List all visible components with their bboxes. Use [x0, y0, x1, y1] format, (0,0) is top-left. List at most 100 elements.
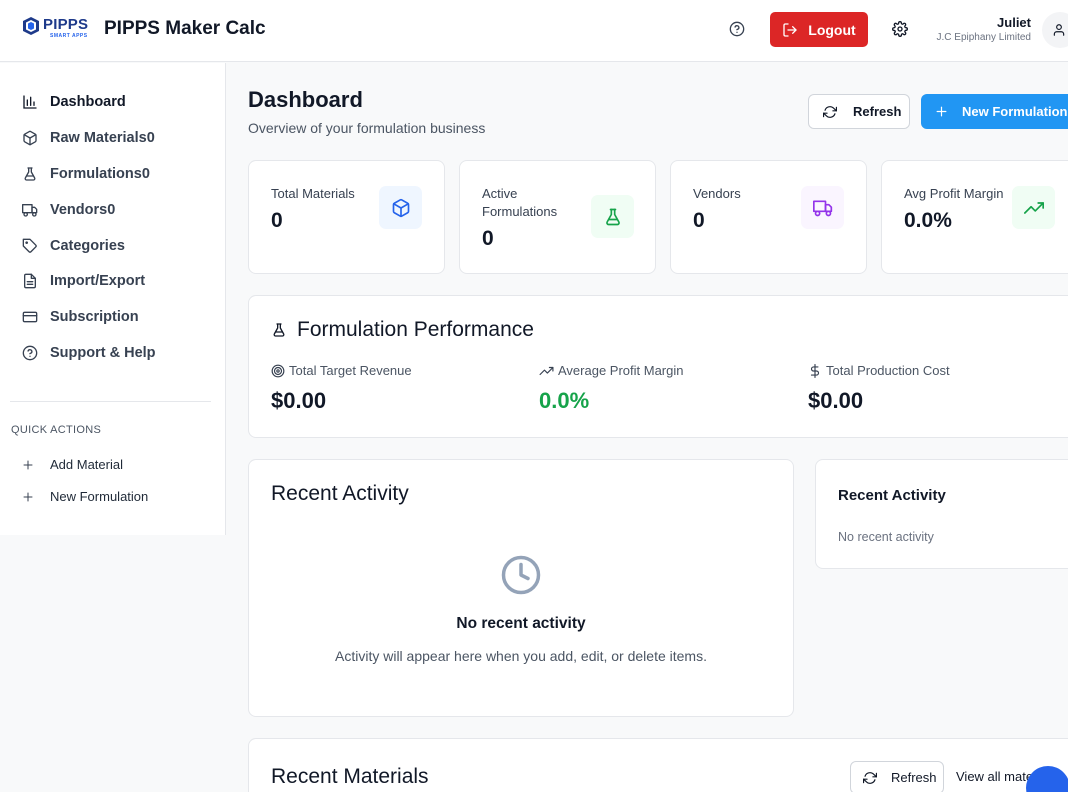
sidebar-item-formulations[interactable]: Formulations0: [22, 166, 150, 182]
user-avatar-button[interactable]: [1042, 12, 1068, 48]
new-formulation-label: New Formulation: [962, 104, 1068, 119]
stat-value: 0: [271, 209, 283, 232]
package-icon: [392, 198, 409, 217]
sidebar-item-support[interactable]: Support & Help: [22, 345, 156, 361]
view-all-materials-link[interactable]: View all mate: [956, 769, 1033, 784]
metric-label: Total Target Revenue: [289, 363, 412, 378]
empty-state-title: No recent activity: [456, 615, 586, 632]
page-title: Dashboard: [248, 87, 363, 112]
performance-title: Formulation Performance: [297, 318, 534, 341]
credit-card-icon: [22, 311, 38, 323]
stat-label: Active Formulations: [482, 186, 558, 219]
performance-title-row: Formulation Performance: [271, 318, 534, 342]
metric-value: $0.00: [808, 388, 864, 413]
stat-card-total-materials[interactable]: Total Materials 0: [248, 160, 445, 274]
stat-label: Avg Profit Margin: [904, 186, 1004, 201]
empty-state-text: Activity will appear here when you add, …: [335, 648, 707, 664]
stat-icon-box: [591, 195, 634, 238]
help-circle-icon: [729, 21, 745, 37]
sidebar: Dashboard Raw Materials0 Formulations0 V…: [0, 63, 226, 535]
metric-label-row: Total Production Cost: [808, 363, 950, 378]
top-header: PIPPS SMART APPS PIPPS Maker Calc Logout…: [0, 0, 1068, 62]
trending-up-icon: [539, 366, 554, 375]
sidebar-item-label: Import/Export: [50, 273, 146, 289]
truck-icon: [812, 200, 832, 216]
file-icon: [24, 273, 36, 289]
plus-icon: [936, 106, 947, 117]
sidebar-item-categories[interactable]: Categories: [22, 238, 125, 254]
refresh-button[interactable]: Refresh: [808, 94, 910, 129]
sidebar-item-label: Support & Help: [50, 345, 156, 361]
logout-button[interactable]: Logout: [770, 12, 868, 47]
stat-label: Vendors: [693, 186, 741, 201]
sidebar-item-label: Vendors0: [50, 202, 116, 218]
flask-icon: [605, 208, 620, 225]
pipps-logo[interactable]: PIPPS SMART APPS: [22, 15, 88, 41]
stat-icon-box: [801, 186, 844, 229]
stat-card-avg-profit-margin[interactable]: Avg Profit Margin 0.0%: [881, 160, 1068, 274]
truck-icon: [22, 204, 38, 217]
refresh-icon: [823, 105, 837, 118]
recent-activity-side-card: Recent Activity No recent activity: [815, 459, 1068, 569]
refresh-label: Refresh: [853, 104, 902, 119]
logo-subtext: SMART APPS: [50, 33, 88, 39]
tag-icon: [22, 238, 37, 253]
sidebar-item-raw-materials[interactable]: Raw Materials0: [22, 130, 155, 146]
stat-icon-box: [379, 186, 422, 229]
sidebar-item-label: Dashboard: [50, 94, 126, 110]
stat-value: 0: [482, 227, 494, 250]
recent-materials-refresh-button[interactable]: Refresh: [850, 761, 944, 792]
refresh-label: Refresh: [891, 770, 937, 785]
metric-value: 0.0%: [539, 388, 590, 413]
metric-label-row: Average Profit Margin: [539, 363, 684, 378]
quick-action-label: Add Material: [50, 457, 123, 472]
recent-activity-card: Recent Activity No recent activity Activ…: [248, 459, 794, 717]
formulation-performance-card: Formulation Performance Total Target Rev…: [248, 295, 1068, 438]
stat-icon-box: [1012, 186, 1055, 229]
page-subtitle: Overview of your formulation business: [248, 120, 486, 136]
plus-icon: [23, 460, 33, 469]
gear-icon: [892, 21, 908, 37]
quick-actions-title: QUICK ACTIONS: [11, 424, 102, 436]
metric-label-row: Total Target Revenue: [271, 363, 412, 378]
stat-value: 0.0%: [904, 209, 952, 232]
sidebar-item-label: Categories: [50, 238, 125, 254]
help-circle-icon: [22, 345, 38, 361]
clock-icon: [501, 555, 541, 595]
new-formulation-button[interactable]: New Formulation: [921, 94, 1068, 129]
app-title: PIPPS Maker Calc: [104, 18, 266, 39]
logout-icon: [783, 22, 797, 37]
trending-up-icon: [1023, 201, 1044, 214]
metric-label: Average Profit Margin: [558, 363, 684, 378]
sidebar-item-dashboard[interactable]: Dashboard: [22, 94, 126, 110]
refresh-icon: [863, 771, 877, 784]
settings-button[interactable]: [892, 21, 909, 38]
quick-action-label: New Formulation: [50, 489, 149, 504]
user-name: Juliet: [997, 15, 1031, 30]
recent-activity-title: Recent Activity: [271, 482, 409, 505]
add-material-button[interactable]: Add Material: [22, 457, 123, 472]
logout-label: Logout: [808, 21, 856, 38]
stat-card-vendors[interactable]: Vendors 0: [670, 160, 867, 274]
sidebar-item-subscription[interactable]: Subscription: [22, 309, 139, 325]
new-formulation-quick-button[interactable]: New Formulation: [22, 489, 148, 504]
plus-icon: [23, 492, 33, 501]
recent-activity-side-text: No recent activity: [838, 530, 934, 544]
stat-card-active-formulations[interactable]: Active Formulations 0: [459, 160, 656, 274]
sidebar-item-label: Raw Materials0: [50, 130, 155, 146]
user-icon: [1053, 24, 1065, 36]
cube-logo-icon: [23, 17, 39, 35]
recent-materials-card: Recent Materials Refresh View all mate: [248, 738, 1068, 792]
metric-label: Total Production Cost: [826, 363, 950, 378]
bar-chart-icon: [23, 95, 37, 109]
sidebar-item-import-export[interactable]: Import/Export: [22, 273, 145, 289]
logo-text: PIPPS: [43, 16, 89, 33]
sidebar-divider: [10, 401, 211, 402]
sidebar-item-label: Subscription: [50, 309, 139, 325]
sidebar-item-label: Formulations0: [50, 166, 150, 182]
help-button[interactable]: [729, 21, 747, 39]
target-icon: [271, 364, 285, 377]
stat-label: Total Materials: [271, 186, 355, 201]
package-icon: [23, 130, 37, 146]
sidebar-item-vendors[interactable]: Vendors0: [22, 202, 115, 218]
